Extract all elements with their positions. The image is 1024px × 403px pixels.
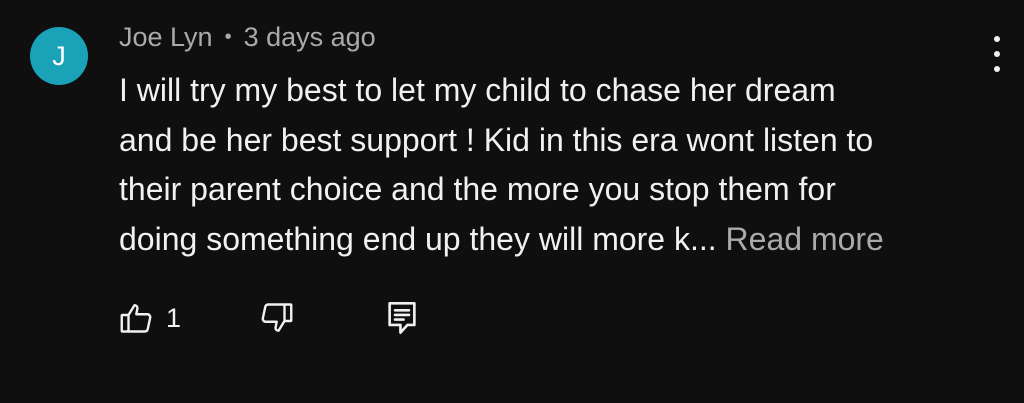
comment-text-line: I will try my best to let my child to ch… [119,72,836,108]
avatar[interactable]: J [30,27,88,85]
thumbs-up-icon [120,304,152,333]
comment-timestamp[interactable]: 3 days ago [244,22,376,53]
comment-text-line: and be her best support ! Kid in this er… [119,121,874,158]
more-vertical-icon [994,36,1000,42]
reply-button[interactable] [385,299,419,337]
comment-item: J Joe Lyn • 3 days ago I will try my bes… [0,0,1024,403]
more-vertical-icon-dot [994,66,1000,72]
thumbs-down-icon [261,303,293,332]
avatar-letter: J [52,40,66,71]
meta-separator: • [224,26,232,48]
comment-actions: 1 [118,296,419,340]
like-count: 1 [166,302,182,333]
author-name[interactable]: Joe Lyn [119,22,213,53]
more-vertical-icon-dot [994,51,1000,57]
read-more-link[interactable]: Read more [726,221,884,257]
dislike-button[interactable] [259,300,295,336]
comment-text: I will try my best to let my child to ch… [119,66,989,264]
like-button[interactable]: 1 [118,300,181,336]
comment-header: Joe Lyn • 3 days ago [119,22,376,53]
comment-text-line: doing something end up they will more k.… [119,220,717,257]
reply-comment-icon [388,302,416,334]
comment-text-line: their parent choice and the more you sto… [119,171,836,207]
